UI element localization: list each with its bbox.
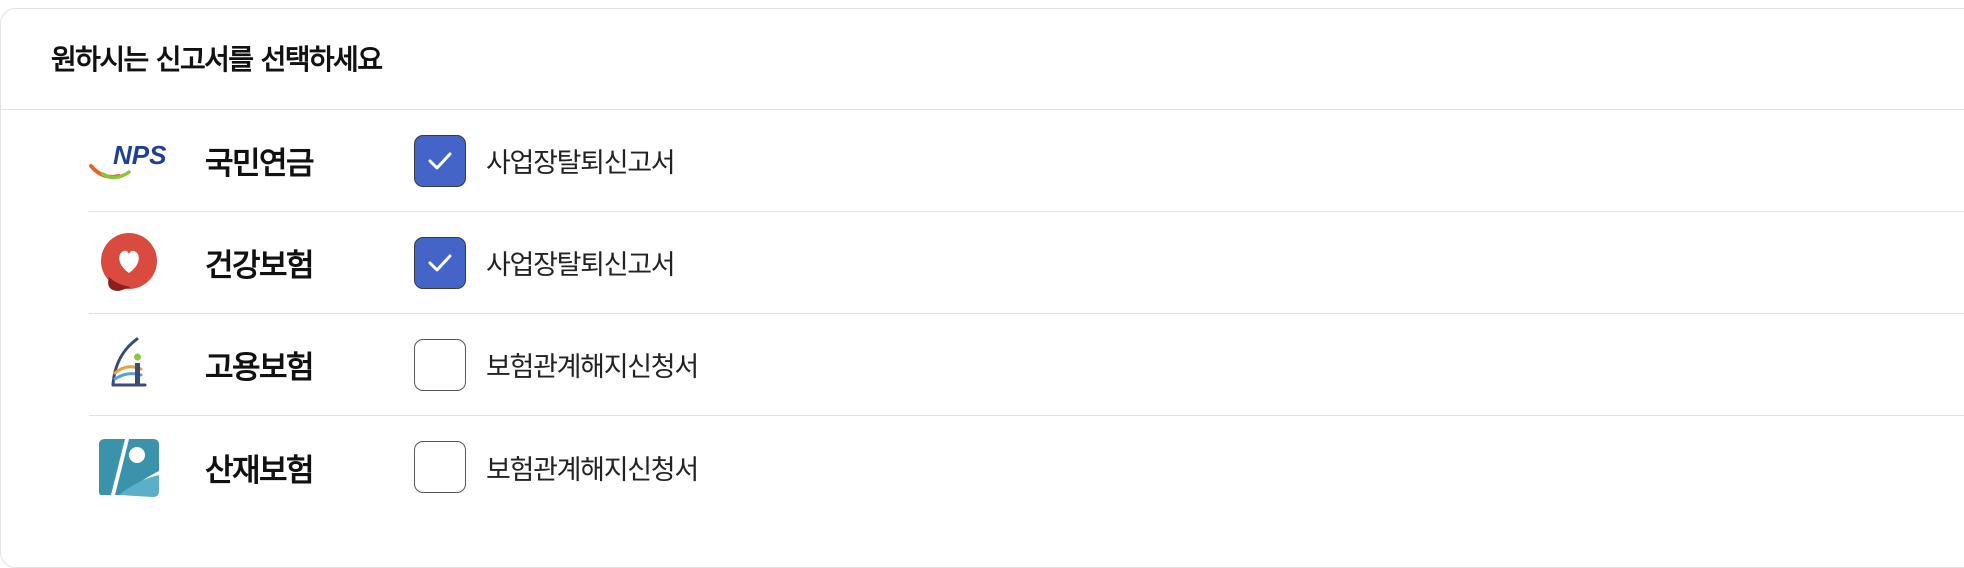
checkbox[interactable] bbox=[414, 441, 466, 493]
agency-name: 건강보험 bbox=[205, 248, 315, 284]
nps-logo-text: NPS bbox=[113, 140, 167, 170]
agency-row-employment-insurance: 고용보험 보험관계해지신청서 bbox=[89, 314, 1964, 416]
nps-logo-icon: NPS bbox=[89, 125, 169, 197]
agency-list: NPS 국민연금 사업장탈퇴신고서 건강보험 사업장탈퇴신고서 고용보험 보험관… bbox=[89, 110, 1964, 518]
card-header: 원하시는 신고서를 선택하세요 bbox=[1, 9, 1964, 110]
page-title: 원하시는 신고서를 선택하세요 bbox=[51, 43, 383, 76]
checkbox[interactable] bbox=[414, 134, 466, 187]
document-label: 보험관계해지신청서 bbox=[486, 454, 699, 486]
document-label: 사업장탈퇴신고서 bbox=[486, 250, 676, 281]
document-option-health-insurance[interactable]: 사업장탈퇴신고서 bbox=[414, 236, 676, 289]
industrial-accident-insurance-logo-icon bbox=[89, 431, 169, 503]
document-label: 보험관계해지신청서 bbox=[486, 352, 699, 383]
agency-row-national-pension: NPS 국민연금 사업장탈퇴신고서 bbox=[89, 110, 1964, 212]
employment-insurance-logo-icon bbox=[89, 329, 169, 401]
checkbox[interactable] bbox=[414, 236, 466, 289]
document-option-national-pension[interactable]: 사업장탈퇴신고서 bbox=[414, 134, 676, 187]
checkmark-icon bbox=[428, 254, 452, 271]
agency-name: 국민연금 bbox=[205, 146, 315, 182]
agency-row-health-insurance: 건강보험 사업장탈퇴신고서 bbox=[89, 212, 1964, 314]
report-selection-card: 원하시는 신고서를 선택하세요 NPS 국민연금 사업장탈퇴신고서 건강보험 사… bbox=[0, 8, 1964, 568]
document-label: 사업장탈퇴신고서 bbox=[486, 148, 676, 179]
checkbox[interactable] bbox=[414, 338, 466, 391]
checkmark-icon bbox=[428, 152, 452, 169]
nhis-heart-logo-icon bbox=[89, 227, 169, 299]
agency-name: 고용보험 bbox=[205, 350, 315, 386]
agency-row-industrial-accident-insurance: 산재보험 보험관계해지신청서 bbox=[89, 416, 1964, 518]
document-option-industrial-accident-insurance[interactable]: 보험관계해지신청서 bbox=[414, 441, 699, 493]
agency-name: 산재보험 bbox=[205, 452, 315, 489]
document-option-employment-insurance[interactable]: 보험관계해지신청서 bbox=[414, 338, 699, 391]
